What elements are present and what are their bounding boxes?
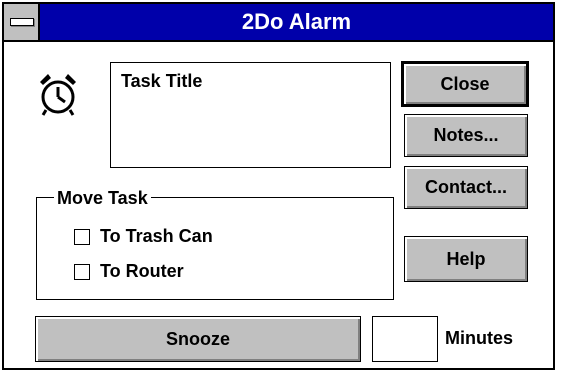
window-title: 2Do Alarm [241, 9, 352, 34]
notes-button[interactable]: Notes... [404, 114, 528, 157]
to-router-option[interactable]: To Router [74, 261, 184, 282]
help-button[interactable]: Help [404, 236, 528, 282]
snooze-button[interactable]: Snooze [35, 316, 361, 362]
minutes-label: Minutes [445, 328, 514, 348]
task-title: Task Title [121, 71, 203, 91]
to-trash-can-label: To Trash Can [100, 226, 213, 246]
alarm-clock-icon [40, 74, 76, 116]
move-task-group-label: Move Task [54, 188, 151, 209]
move-task-group [36, 197, 394, 300]
system-menu-button[interactable] [4, 4, 40, 40]
contact-button[interactable]: Contact... [404, 166, 528, 209]
to-router-label: To Router [100, 261, 184, 281]
to-trash-can-option[interactable]: To Trash Can [74, 226, 213, 247]
to-trash-can-checkbox[interactable] [74, 228, 90, 245]
title-bar[interactable]: 2Do Alarm [4, 4, 553, 42]
task-title-box[interactable]: Task Title [110, 62, 391, 168]
to-router-checkbox[interactable] [74, 263, 90, 280]
minutes-field[interactable] [372, 316, 438, 362]
close-button[interactable]: Close [401, 61, 529, 107]
system-menu-icon [10, 18, 34, 26]
